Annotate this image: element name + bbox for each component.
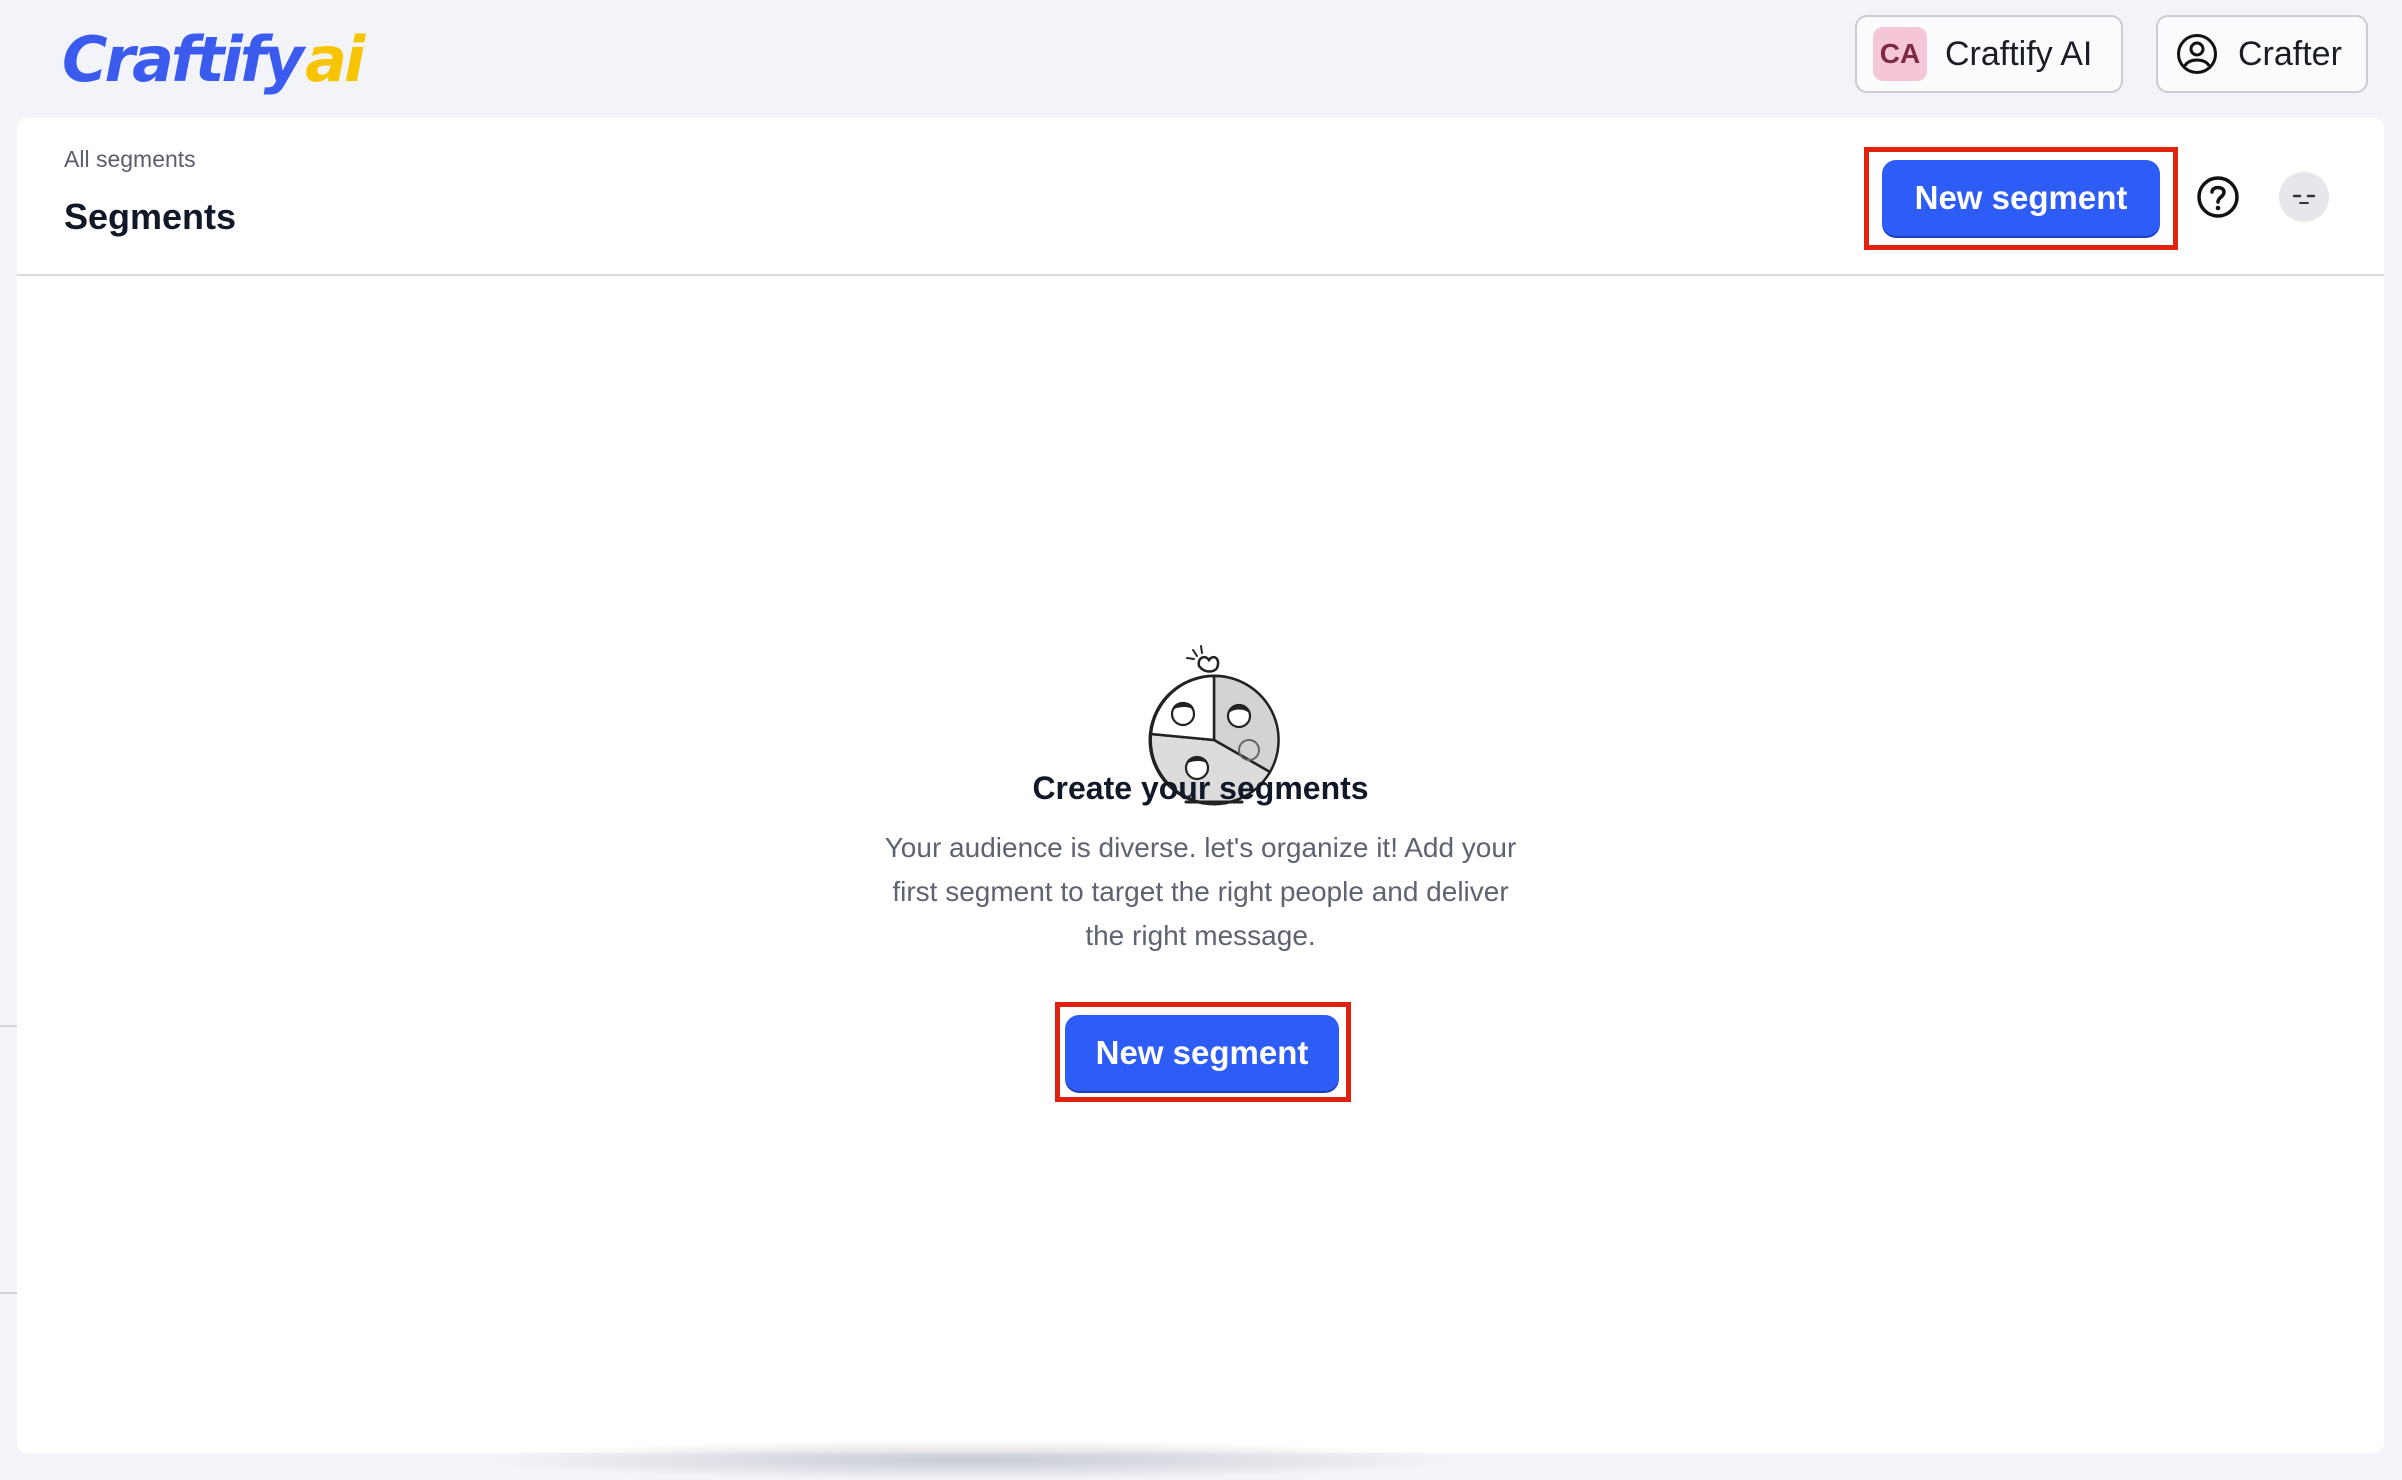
mascot-avatar[interactable] [2279,172,2329,222]
workspace-switcher[interactable]: CA Craftify AI [1855,15,2123,93]
user-name: Crafter [2238,34,2342,73]
face-icon [2292,194,2316,204]
user-circle-icon [2177,34,2217,74]
divider [0,1292,17,1294]
page-title: Segments [64,196,237,237]
new-segment-button[interactable]: New segment [1882,160,2160,236]
new-segment-cta-button[interactable]: New segment [1065,1015,1339,1091]
breadcrumb[interactable]: All segments [64,146,196,173]
bottom-shadow [480,1440,1460,1480]
top-bar: Craftifyai CA Craftify AI Crafter [0,0,2402,118]
empty-state-title: Create your segments [1032,770,1369,806]
question-circle-icon[interactable] [2196,175,2240,219]
empty-state-description: Your audience is diverse. let's organize… [884,832,1517,951]
segments-card: All segments Segments New segment Create… [17,118,2384,1453]
workspace-avatar: CA [1873,27,1927,81]
craftify-logo[interactable]: Craftifyai [62,20,365,100]
user-menu-button[interactable]: Crafter [2156,15,2368,93]
page-header: All segments Segments New segment [17,118,2384,276]
divider [0,1025,17,1027]
workspace-name: Craftify AI [1945,34,2093,73]
